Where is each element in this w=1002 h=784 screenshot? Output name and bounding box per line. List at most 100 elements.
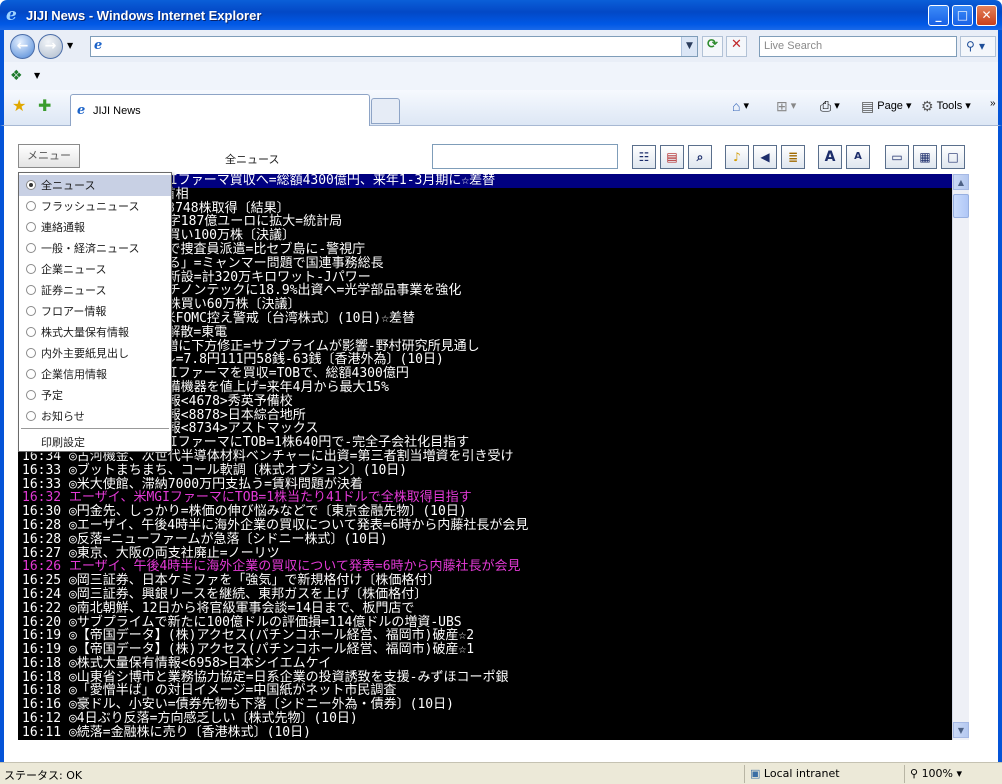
print-icon[interactable]: ⎙ ▾ xyxy=(820,98,840,115)
search-button[interactable]: ⚲ ▾ xyxy=(960,36,996,57)
news-row[interactable]: 16:18 ◎株式大量保有情報<6958>日本シイエムケイ xyxy=(18,657,952,671)
page-content: メニュー 全ニュース ☷ ▤ ⌕ ♪ ◀ ≣ A A ▭ ▦ □ 16:44 ◎… xyxy=(0,126,1002,762)
tools-menu-label: Tools xyxy=(936,100,963,112)
forward-button[interactable]: → xyxy=(38,34,63,59)
address-row: ← → ▼ e ▼ ⟳ ✕ Live Search ⚲ ▾ xyxy=(0,30,1002,62)
radio-icon xyxy=(26,264,36,274)
menu-item[interactable]: 連絡通報 xyxy=(19,217,171,238)
refresh-button[interactable]: ⟳ xyxy=(702,36,723,57)
menu-item[interactable]: 証券ニュース xyxy=(19,280,171,301)
translate-dropdown-icon[interactable]: ▼ xyxy=(34,71,40,80)
menu-item-label: 株式大量保有情報 xyxy=(41,326,129,339)
window-title: JIJI News - Windows Internet Explorer xyxy=(26,8,262,23)
search-input[interactable]: Live Search xyxy=(759,36,957,57)
menu-item[interactable]: 企業信用情報 xyxy=(19,364,171,385)
radio-icon xyxy=(26,243,36,253)
tab-ie-icon: e xyxy=(77,103,86,118)
page-menu-button[interactable]: ▤ Page ▾ xyxy=(861,98,912,115)
minimize-button[interactable]: _ xyxy=(928,5,949,26)
menu-item[interactable]: 企業ニュース xyxy=(19,259,171,280)
ie-logo-icon: e xyxy=(6,5,17,25)
new-tab-button[interactable] xyxy=(371,98,400,124)
radio-icon xyxy=(26,222,36,232)
menu-item[interactable]: 全ニュース xyxy=(19,175,171,196)
news-row[interactable]: 16:25 ◎岡三証券、日本ケミファを「強気」で新規格付け〔株価格付〕 xyxy=(18,574,952,588)
category-menu: 印刷設定 全ニュースフラッシュニュース連絡通報一般・経済ニュース企業ニュース 証券… xyxy=(18,172,172,452)
tab-label: JIJI News xyxy=(93,105,141,117)
menu-item-label: フラッシュニュース xyxy=(41,200,140,213)
status-bar: ステータス: OK ▣ Local intranet ⚲ 100% ▾ xyxy=(0,762,1002,784)
news-row[interactable]: 16:12 ◎4日ぶり反落=方向感乏しい〔株式先物〕(10日) xyxy=(18,712,952,726)
page-menu-label: Page xyxy=(877,100,903,112)
radio-icon xyxy=(26,348,36,358)
status-divider xyxy=(744,765,745,783)
news-row[interactable]: 16:28 ◎反落=ニューファームが急落〔シドニー株式〕(10日) xyxy=(18,532,952,547)
home-icon[interactable]: ⌂ ▾ xyxy=(732,98,749,114)
scroll-up-icon[interactable]: ▲ xyxy=(953,174,969,190)
favorites-star-icon[interactable]: ★ xyxy=(12,96,26,115)
menu-item[interactable]: フラッシュニュース xyxy=(19,196,171,217)
radio-icon xyxy=(26,180,36,190)
news-scrollbar[interactable]: ▲ ▼ xyxy=(952,174,969,740)
address-field[interactable]: e ▼ xyxy=(90,36,698,57)
radio-icon xyxy=(26,285,36,295)
feeds-icon[interactable]: ⊞ ▾ xyxy=(776,98,796,115)
search-news-icon[interactable]: ⌕ xyxy=(688,145,712,169)
tools-menu-button[interactable]: ⚙ Tools ▾ xyxy=(921,98,971,115)
menu-item[interactable]: 予定 xyxy=(19,385,171,406)
article-view-icon[interactable]: ▤ xyxy=(660,145,684,169)
radio-icon xyxy=(26,306,36,316)
menu-item[interactable]: フロアー情報 xyxy=(19,301,171,322)
stop-button[interactable]: ✕ xyxy=(726,36,747,57)
menu-button[interactable]: メニュー xyxy=(18,144,80,168)
category-title: 全ニュース xyxy=(225,153,280,166)
translate-icon[interactable]: ❖ xyxy=(10,68,23,84)
filter-input[interactable] xyxy=(432,144,618,169)
address-dropdown-icon[interactable]: ▼ xyxy=(681,37,697,56)
maximize-button[interactable]: □ xyxy=(952,5,973,26)
news-row[interactable]: 16:24 ◎岡三証券、興銀リースを継続、東邦ガスを上げ〔株価格付〕 xyxy=(18,588,952,602)
bell-alert-icon[interactable]: ♪ xyxy=(725,145,749,169)
security-zone[interactable]: ▣ Local intranet xyxy=(750,767,840,780)
links-row: ❖ ▼ xyxy=(0,62,1002,90)
close-window-button[interactable]: ✕ xyxy=(976,5,997,26)
archive-icon[interactable]: ≣ xyxy=(781,145,805,169)
tab-jiji-news[interactable]: e JIJI News xyxy=(70,94,370,126)
news-row[interactable]: 16:11 ◎続落=金融株に売り〔香港株式〕(10日) xyxy=(18,726,952,740)
news-row[interactable]: 16:28 ◎エーザイ、午後4時半に海外企業の買収について発表=6時から内藤社長… xyxy=(18,519,952,533)
menu-item-print-settings[interactable]: 印刷設定 xyxy=(19,432,171,453)
sound-icon[interactable]: ◀ xyxy=(753,145,777,169)
intranet-icon: ▣ xyxy=(750,767,761,780)
radio-icon xyxy=(26,369,36,379)
back-button[interactable]: ← xyxy=(10,34,35,59)
zoom-icon: ⚲ xyxy=(910,767,919,780)
menu-item[interactable]: 内外主要紙見出し xyxy=(19,343,171,364)
headline-list-icon[interactable]: ☷ xyxy=(632,145,656,169)
menu-item-label: 一般・経済ニュース xyxy=(41,242,140,255)
font-increase-icon[interactable]: A xyxy=(818,145,842,169)
zoom-control[interactable]: ⚲ 100% ▾ xyxy=(910,767,962,780)
radio-icon xyxy=(26,390,36,400)
layout-full-icon[interactable]: □ xyxy=(941,145,965,169)
chevron-more-icon[interactable]: » xyxy=(990,98,996,109)
news-row[interactable]: 16:30 ◎円金先、しっかり=株価の伸び悩みなどで〔東京金融先物〕(10日) xyxy=(18,505,952,519)
recent-pages-dropdown-icon[interactable]: ▼ xyxy=(67,41,73,50)
news-row[interactable]: 16:22 ◎南北朝鮮、12日から将官級軍事会談=14日まで、板門店で xyxy=(18,601,952,616)
layout-grid-icon[interactable]: ▦ xyxy=(913,145,937,169)
scroll-thumb[interactable] xyxy=(953,194,969,218)
menu-item[interactable]: 株式大量保有情報 xyxy=(19,322,171,343)
browser-window: e JIJI News - Windows Internet Explorer … xyxy=(0,0,1002,784)
menu-item[interactable]: 一般・経済ニュース xyxy=(19,238,171,259)
news-row[interactable]: 16:33 ◎ブットまちまち、コール軟調〔株式オプション〕(10日) xyxy=(18,463,952,478)
menu-item[interactable]: お知らせ xyxy=(19,406,171,427)
font-decrease-icon[interactable]: A xyxy=(846,145,870,169)
layout-left-icon[interactable]: ▭ xyxy=(885,145,909,169)
news-row[interactable]: 16:16 ◎豪ドル、小安い=債券先物も下落〔シドニー外為・債券〕(10日) xyxy=(18,698,952,712)
menu-item-label: 全ニュース xyxy=(41,179,96,192)
news-row[interactable]: 16:19 ◎【帝国データ】(株)アクセス(パチンコホール経営、福岡市)破産☆1 xyxy=(18,643,952,657)
add-favorites-icon[interactable]: ✚ xyxy=(38,96,51,115)
scroll-down-icon[interactable]: ▼ xyxy=(953,722,969,738)
menu-separator xyxy=(21,428,169,429)
radio-icon xyxy=(26,201,36,211)
menu-item-label: お知らせ xyxy=(41,410,85,423)
